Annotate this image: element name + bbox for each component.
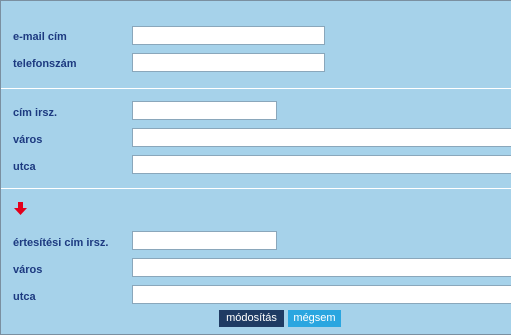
- city-label: város: [13, 134, 43, 146]
- city-field[interactable]: [132, 128, 511, 147]
- notification-city-field[interactable]: [132, 258, 511, 277]
- section-divider: [1, 188, 511, 189]
- email-field[interactable]: [132, 26, 325, 45]
- notification-zip-field[interactable]: [132, 231, 277, 250]
- notification-street-field[interactable]: [132, 285, 511, 304]
- contact-form-panel: e-mail cím telefonszám cím irsz. város u…: [0, 0, 511, 335]
- notification-zip-label: értesítési cím irsz.: [13, 237, 109, 249]
- notification-street-label: utca: [13, 291, 36, 303]
- street-field[interactable]: [132, 155, 511, 174]
- zip-field[interactable]: [132, 101, 277, 120]
- zip-label: cím irsz.: [13, 107, 58, 119]
- cancel-button[interactable]: mégsem: [288, 310, 341, 327]
- phone-label: telefonszám: [13, 58, 77, 70]
- save-button[interactable]: módosítás: [219, 310, 284, 327]
- section-divider: [1, 88, 511, 89]
- email-label: e-mail cím: [13, 31, 67, 43]
- arrow-down-icon[interactable]: [14, 202, 27, 215]
- phone-field[interactable]: [132, 53, 325, 72]
- street-label: utca: [13, 161, 36, 173]
- notification-city-label: város: [13, 264, 43, 276]
